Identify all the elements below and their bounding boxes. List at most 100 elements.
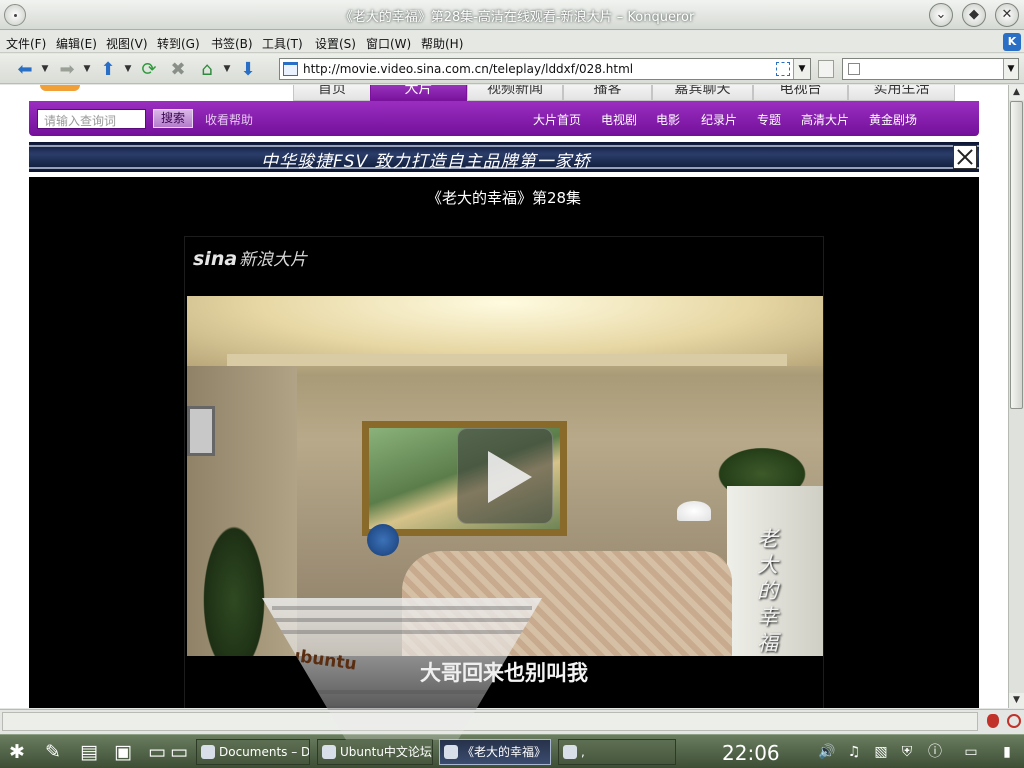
tab-video-news[interactable]: 视频新闻 bbox=[467, 85, 563, 101]
close-icon[interactable]: ✕ bbox=[995, 3, 1019, 27]
browser-icon bbox=[322, 745, 336, 759]
security-shield-icon[interactable]: ⛨ bbox=[898, 743, 916, 761]
menu-file[interactable]: 文件(F) bbox=[6, 35, 46, 52]
window-titlebar[interactable]: 《老大的幸福》第28集-高清在线观看-新浪大片 – Konqueror ⌄ ◆ … bbox=[0, 0, 1024, 30]
scene-globe bbox=[367, 524, 399, 556]
site-nav-tabs: 首页 大片 视频新闻 播客 嘉宾聊天 电视台 实用生活 bbox=[293, 85, 955, 101]
task-ubuntu-forum[interactable]: Ubuntu中文论坛 bbox=[317, 739, 433, 765]
clock[interactable]: 22:06 bbox=[722, 741, 780, 765]
tab-tv-station[interactable]: 电视台 bbox=[753, 85, 848, 101]
network-launcher-icon[interactable]: ▤ bbox=[76, 740, 102, 764]
go-button[interactable] bbox=[818, 60, 834, 78]
vertical-scrollbar[interactable]: ▲ ▼ bbox=[1008, 85, 1024, 708]
url-text[interactable]: http://movie.video.sina.com.cn/teleplay/… bbox=[303, 62, 633, 76]
up-history-chevron-icon[interactable]: ▼ bbox=[123, 57, 133, 81]
tab-lifestyle[interactable]: 实用生活 bbox=[848, 85, 955, 101]
task-documents[interactable]: Documents – D bbox=[196, 739, 310, 765]
link-movies-home[interactable]: 大片首页 bbox=[533, 111, 581, 128]
task-other[interactable]: , bbox=[558, 739, 676, 765]
menu-view[interactable]: 视图(V) bbox=[106, 35, 148, 52]
scrollbar-thumb[interactable] bbox=[1010, 101, 1023, 409]
menu-bookmarks[interactable]: 书签(B) bbox=[211, 35, 253, 52]
pager-desktop-2-icon[interactable]: ▭ bbox=[166, 740, 192, 764]
site-search-input[interactable]: 请输入查询词 bbox=[37, 109, 146, 129]
url-history-chevron-icon[interactable]: ▼ bbox=[793, 59, 810, 79]
link-tv-series[interactable]: 电视剧 bbox=[601, 111, 637, 128]
menu-go[interactable]: 转到(G) bbox=[157, 35, 200, 52]
ad-banner[interactable]: 中华骏捷FSV 致力打造自主品牌第一家轿 bbox=[29, 142, 979, 172]
scene-plant bbox=[199, 516, 269, 656]
trash-icon[interactable]: ▮ bbox=[998, 743, 1016, 761]
stop-icon[interactable]: ✖ bbox=[166, 57, 190, 81]
back-history-chevron-icon[interactable]: ▼ bbox=[40, 57, 50, 81]
clipboard-icon[interactable]: ▧ bbox=[872, 743, 890, 761]
back-icon[interactable]: ⬅ bbox=[13, 57, 37, 81]
viewing-help-link[interactable]: 收看帮助 bbox=[205, 111, 253, 128]
scroll-down-icon[interactable]: ▼ bbox=[1009, 693, 1024, 708]
search-engine-icon[interactable] bbox=[848, 63, 860, 75]
tab-guest-chat[interactable]: 嘉宾聊天 bbox=[652, 85, 753, 101]
scene-ceiling-rim bbox=[227, 354, 787, 366]
info-icon[interactable]: ⓘ bbox=[926, 743, 944, 761]
clear-url-icon[interactable] bbox=[776, 62, 790, 76]
ghost-line bbox=[272, 630, 532, 634]
site-logo-fragment bbox=[40, 85, 80, 91]
folder-icon bbox=[444, 745, 458, 759]
ghost-line bbox=[272, 618, 532, 622]
reload-icon[interactable]: ⟳ bbox=[137, 57, 161, 81]
tab-podcast[interactable]: 播客 bbox=[563, 85, 652, 101]
ad-text[interactable]: 中华骏捷FSV 致力打造自主品牌第一家轿 bbox=[261, 147, 591, 172]
play-icon[interactable] bbox=[457, 428, 553, 524]
ad-close-icon[interactable] bbox=[953, 145, 977, 169]
link-golden-theater[interactable]: 黄金剧场 bbox=[869, 111, 917, 128]
tab-home[interactable]: 首页 bbox=[293, 85, 371, 101]
task-label: 《老大的幸福》 bbox=[462, 745, 547, 759]
sina-logo-text: 新浪大片 bbox=[239, 250, 308, 270]
folder-icon bbox=[201, 745, 215, 759]
forward-history-chevron-icon[interactable]: ▼ bbox=[82, 57, 92, 81]
up-icon[interactable]: ⬆ bbox=[96, 57, 120, 81]
forward-icon[interactable]: ➡ bbox=[55, 57, 79, 81]
site-search-button[interactable]: 搜索 bbox=[153, 109, 193, 128]
task-label: , bbox=[581, 745, 585, 759]
menu-tools[interactable]: 工具(T) bbox=[262, 35, 303, 52]
screen: 《老大的幸福》第28集-高清在线观看-新浪大片 – Konqueror ⌄ ◆ … bbox=[0, 0, 1024, 768]
window-menu-icon[interactable] bbox=[4, 4, 26, 26]
maximize-icon[interactable]: ◆ bbox=[962, 3, 986, 27]
editor-launcher-icon[interactable]: ✎ bbox=[40, 740, 66, 764]
volume-icon[interactable]: 🔊 bbox=[818, 743, 836, 761]
link-hd-movies[interactable]: 高清大片 bbox=[801, 111, 849, 128]
web-search-field[interactable]: ▼ bbox=[842, 58, 1019, 80]
bookmark-download-icon[interactable]: ⬇ bbox=[236, 57, 260, 81]
task-label: Ubuntu中文论坛 bbox=[340, 745, 432, 759]
search-engine-chevron-icon[interactable]: ▼ bbox=[1003, 59, 1018, 79]
home-chevron-icon[interactable]: ▼ bbox=[222, 57, 232, 81]
desktop-launcher-icon[interactable]: ▣ bbox=[110, 740, 136, 764]
task-label: Documents – D bbox=[219, 745, 310, 759]
task-current-page[interactable]: 《老大的幸福》 bbox=[439, 739, 551, 765]
menu-help[interactable]: 帮助(H) bbox=[421, 35, 463, 52]
sina-logo-brand: sina bbox=[193, 248, 238, 270]
menu-settings[interactable]: 设置(S) bbox=[315, 35, 356, 52]
blocked-icon[interactable] bbox=[1007, 714, 1021, 728]
audio-mixer-icon[interactable]: ♫ bbox=[845, 743, 863, 761]
scroll-up-icon[interactable]: ▲ bbox=[1009, 85, 1024, 100]
link-topics[interactable]: 专题 bbox=[757, 111, 781, 128]
menu-window[interactable]: 窗口(W) bbox=[366, 35, 411, 52]
browser-icon bbox=[563, 745, 577, 759]
status-text-field bbox=[2, 712, 978, 731]
link-films[interactable]: 电影 bbox=[656, 111, 680, 128]
episode-title: 《老大的幸福》第28集 bbox=[426, 189, 582, 207]
sina-logo: sina 新浪大片 bbox=[193, 245, 307, 270]
minimize-icon[interactable]: ⌄ bbox=[929, 3, 953, 27]
scene-lamp bbox=[677, 501, 711, 521]
url-bar[interactable]: http://movie.video.sina.com.cn/teleplay/… bbox=[279, 58, 811, 80]
kde-menu-icon[interactable]: ✱ bbox=[4, 740, 30, 764]
link-documentary[interactable]: 纪录片 bbox=[701, 111, 737, 128]
menu-edit[interactable]: 编辑(E) bbox=[56, 35, 97, 52]
tab-movies[interactable]: 大片 bbox=[370, 85, 467, 101]
home-icon[interactable]: ⌂ bbox=[195, 57, 219, 81]
show-desktop-icon[interactable]: ▭ bbox=[962, 743, 980, 761]
bug-icon[interactable] bbox=[987, 714, 999, 728]
kde-logo-icon[interactable]: K bbox=[1003, 33, 1021, 51]
